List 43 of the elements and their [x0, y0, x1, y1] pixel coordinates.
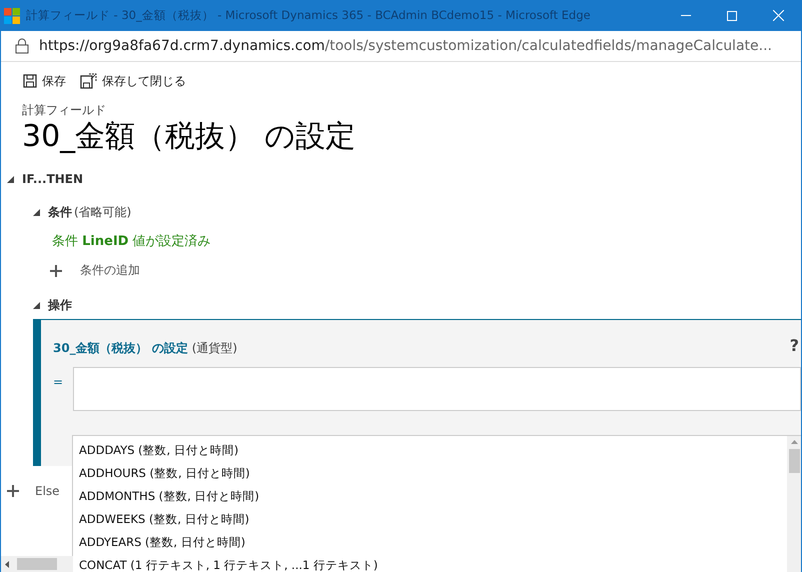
- horizontal-scrollbar[interactable]: [1, 556, 73, 572]
- suggestion-item[interactable]: ADDWEEKS (整数, 日付と時間): [73, 508, 787, 531]
- section-heading: IF...THEN: [22, 172, 84, 186]
- close-icon: [772, 10, 784, 21]
- scroll-thumb[interactable]: [788, 449, 800, 473]
- suggestion-item[interactable]: ADDHOURS (整数, 日付と時間): [73, 462, 787, 485]
- page-title: 30_金額（税抜） の設定: [22, 119, 357, 155]
- toolbar-button[interactable]: 保存して閉じる: [80, 72, 186, 90]
- collapse-triangle-icon[interactable]: [7, 176, 14, 182]
- section-heading: 操作: [48, 296, 72, 314]
- scrollbar[interactable]: [787, 436, 801, 572]
- suggestion-item[interactable]: ADDDAYS (整数, 日付と時間): [73, 439, 787, 462]
- optional-hint: (省略可能): [74, 204, 132, 220]
- scroll-left-icon[interactable]: [5, 560, 9, 568]
- collapse-triangle-icon[interactable]: [33, 302, 40, 308]
- maximize-icon: [727, 10, 737, 20]
- suggestion-item[interactable]: ADDMONTHS (整数, 日付と時間): [73, 485, 787, 508]
- app-logo-icon: [4, 8, 20, 24]
- suggestion-item[interactable]: ADDYEARS (整数, 日付と時間): [73, 531, 787, 554]
- minimize-icon: [681, 15, 691, 16]
- formula-input[interactable]: [73, 367, 801, 411]
- save-close-icon: [80, 73, 97, 89]
- scroll-thumb[interactable]: [17, 558, 57, 570]
- collapse-triangle-icon[interactable]: [33, 208, 40, 216]
- url-text: https://org9a8fa67d.crm7.dynamics.com/tools/systemcustomization/calculatedfields/manageCalculate...: [39, 38, 772, 54]
- plus-icon[interactable]: [7, 485, 19, 497]
- plus-icon[interactable]: [50, 264, 62, 276]
- entity-label: 計算フィールド: [22, 102, 107, 119]
- toolbar-button[interactable]: 保存: [23, 72, 66, 90]
- address-bar[interactable]: https://org9a8fa67d.crm7.dynamics.com/tools/systemcustomization/calculatedfields/manageCalculate...: [1, 31, 801, 62]
- save-icon: [23, 74, 37, 88]
- condition-link[interactable]: 条件 LineID 値が設定済み: [52, 232, 801, 250]
- add-condition-link[interactable]: 条件の追加: [80, 262, 140, 279]
- help-icon[interactable]: ?: [790, 336, 799, 355]
- lock-icon: [15, 38, 29, 54]
- equals-sign: =: [53, 375, 64, 391]
- window-title: 計算フィールド - 30_金額（税抜） - Microsoft Dynamics 365 - BCAdmin BCdemo15 - Microsoft Edge: [26, 8, 592, 23]
- field-type: (通貨型): [192, 340, 238, 357]
- section-heading: 条件: [48, 204, 72, 220]
- target-field-name: 30_金額（税抜） の設定: [53, 340, 188, 357]
- scroll-up-icon[interactable]: [790, 440, 798, 444]
- else-link[interactable]: Else: [35, 484, 60, 498]
- suggestion-item[interactable]: CONCAT (1 行テキスト, 1 行テキスト, ...1 行テキスト): [73, 554, 787, 572]
